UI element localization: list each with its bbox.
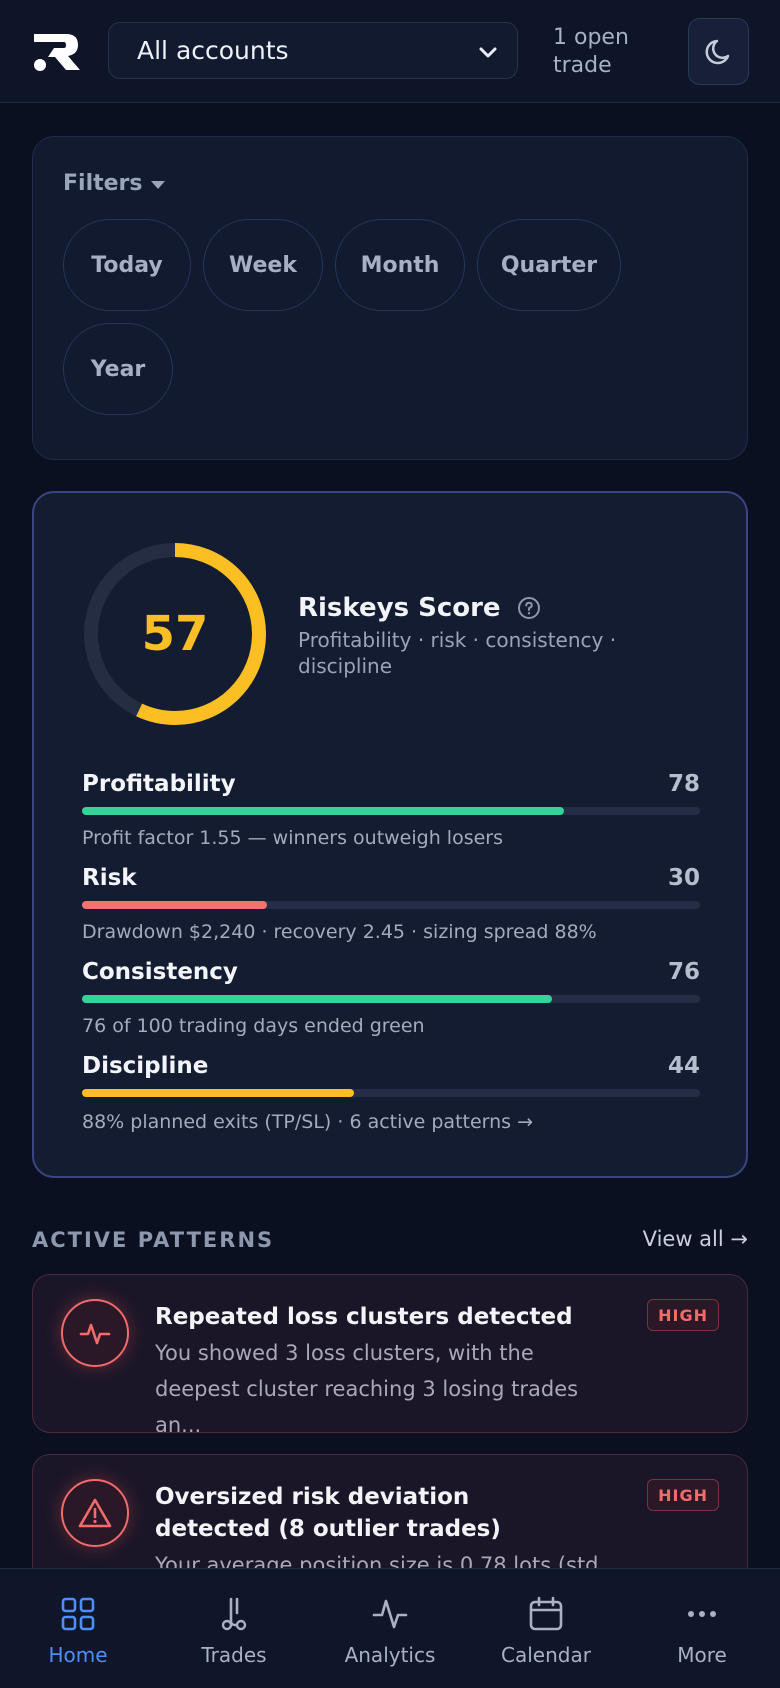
nav-item-analytics[interactable]: Analytics: [312, 1569, 468, 1688]
account-select[interactable]: All accounts: [108, 22, 518, 79]
score-value: 57: [141, 606, 209, 662]
metric-value: 44: [667, 1053, 700, 1079]
metric-bar: [82, 901, 700, 909]
metric-description: 76 of 100 trading days ended green: [82, 1015, 425, 1037]
nav-item-home[interactable]: Home: [0, 1569, 156, 1688]
metric-bar-fill: [82, 901, 268, 909]
filters-toggle[interactable]: Filters: [63, 171, 165, 196]
app-logo[interactable]: [30, 30, 82, 74]
chevron-down-icon: [479, 47, 497, 58]
metric-value: 30: [667, 865, 700, 891]
nav-label: Analytics: [344, 1643, 436, 1667]
metric-value: 78: [667, 771, 700, 797]
bottom-nav: Home Trades Analytics Calendar More: [0, 1568, 780, 1688]
metric-bar-fill: [82, 1089, 354, 1097]
filter-chip-today[interactable]: Today: [63, 219, 191, 311]
calendar-icon: [529, 1596, 563, 1631]
nav-label: Home: [48, 1643, 108, 1667]
metric-name: Discipline: [82, 1053, 209, 1079]
pattern-title: Repeated loss clusters detected: [155, 1304, 573, 1330]
riskeys-score-card: 57 Riskeys Score Profitability · risk · …: [32, 491, 748, 1178]
metric-bar-fill: [82, 807, 565, 815]
filter-chip-month[interactable]: Month: [335, 219, 465, 311]
score-subtitle: Profitability · risk · consistency · dis…: [298, 628, 617, 678]
metric-value: 76: [667, 959, 700, 985]
metric-name: Consistency: [82, 959, 238, 985]
filter-chip-quarter[interactable]: Quarter: [477, 219, 621, 311]
pattern-card[interactable]: Repeated loss clusters detected You show…: [32, 1274, 748, 1433]
filters-label: Filters: [63, 171, 143, 196]
pattern-icon-wrap: [61, 1299, 129, 1367]
pulse-icon: [79, 1323, 111, 1345]
account-select-value: All accounts: [137, 36, 289, 65]
metric-bar: [82, 995, 700, 1003]
grid-icon: [61, 1597, 95, 1631]
metric-bar: [82, 807, 700, 815]
theme-toggle-button[interactable]: [688, 18, 749, 85]
filters-card: Filters Today Week Month Quarter Year: [32, 136, 748, 460]
pattern-description: You showed 3 loss clusters, with the dee…: [155, 1341, 579, 1433]
nav-label: More: [677, 1643, 727, 1667]
filter-chip-week[interactable]: Week: [203, 219, 323, 311]
nav-item-more[interactable]: More: [624, 1569, 780, 1688]
score-title: Riskeys Score: [298, 593, 501, 623]
severity-badge: HIGH: [647, 1299, 719, 1331]
pulse-icon: [372, 1599, 408, 1629]
nav-item-trades[interactable]: Trades: [156, 1569, 312, 1688]
moon-icon: [705, 39, 729, 64]
severity-badge: HIGH: [647, 1479, 719, 1511]
nav-label: Calendar: [501, 1643, 591, 1667]
pattern-icon-wrap: [61, 1479, 129, 1547]
metric-description: Profit factor 1.55 — winners outweigh lo…: [82, 827, 503, 849]
score-title-row: Riskeys Score: [298, 593, 541, 623]
help-icon[interactable]: [517, 596, 541, 620]
nav-item-calendar[interactable]: Calendar: [468, 1569, 624, 1688]
metric-name: Risk: [82, 865, 137, 891]
metric-bar: [82, 1089, 700, 1097]
more-icon: [688, 1611, 716, 1617]
warning-icon: [78, 1498, 112, 1528]
filter-chip-year[interactable]: Year: [63, 323, 173, 415]
metric-bar-fill: [82, 995, 552, 1003]
active-patterns-heading: ACTIVE PATTERNS: [32, 1228, 275, 1252]
metric-description-link[interactable]: 88% planned exits (TP/SL) · 6 active pat…: [82, 1111, 533, 1133]
caret-down-icon: [150, 180, 165, 189]
open-trade-count[interactable]: 1 open trade: [553, 24, 643, 80]
view-all-link[interactable]: View all →: [643, 1227, 748, 1251]
pattern-title: Oversized risk deviation detected (8 out…: [155, 1484, 501, 1542]
trades-icon: [221, 1597, 247, 1631]
metric-name: Profitability: [82, 771, 236, 797]
top-bar: All accounts 1 open trade: [0, 0, 780, 103]
metric-description: Drawdown $2,240 · recovery 2.45 · sizing…: [82, 921, 597, 943]
nav-label: Trades: [201, 1643, 267, 1667]
